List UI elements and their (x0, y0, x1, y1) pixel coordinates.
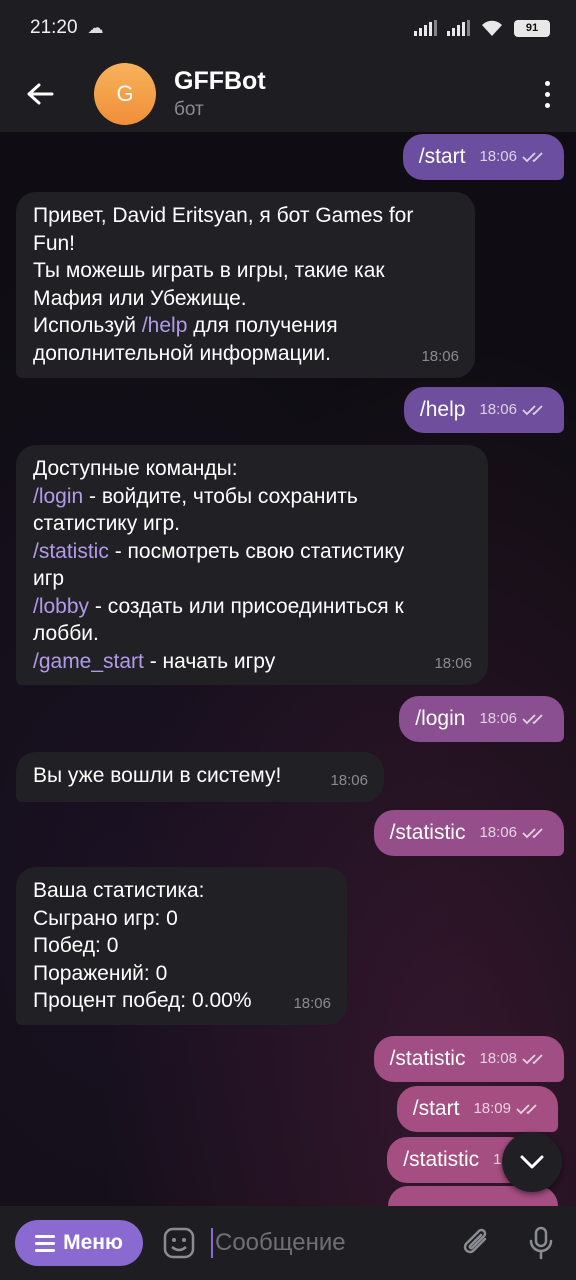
message-line: лобби. (33, 622, 99, 645)
chat-name: GFFBot (174, 67, 266, 95)
scroll-down-button[interactable] (502, 1132, 562, 1192)
message-time: 18:06 (293, 994, 331, 1012)
arrow-left-icon (27, 83, 54, 105)
message-line: Доступные команды: (33, 457, 238, 480)
message-line: Fun! (33, 231, 76, 255)
more-options-button[interactable] (518, 56, 576, 132)
message-line: Ваша статистика: (33, 879, 205, 902)
back-button[interactable] (0, 56, 80, 132)
message-incoming[interactable]: Вы уже вошли в систему! 18:06 (16, 752, 384, 802)
message-text: /login (415, 707, 466, 731)
chat-header: G GFFBot бот (0, 56, 576, 132)
message-list[interactable]: /start 18:06 Привет, David Eritsyan, я б… (0, 132, 576, 1206)
signal-icon-2 (447, 20, 470, 36)
chat-title-block[interactable]: GFFBot бот (174, 67, 266, 121)
double-check-icon (522, 152, 543, 163)
signal-icon (414, 20, 437, 36)
message-text: - посмотреть свою статистику (108, 539, 405, 563)
chat-subtitle: бот (174, 99, 204, 120)
message-text: /help (419, 398, 466, 422)
message-time: 18:06 (479, 148, 517, 166)
message-time: 18:06 (434, 654, 472, 672)
message-input-placeholder: Сообщение (215, 1229, 346, 1256)
bot-avatar[interactable]: G (94, 63, 156, 125)
message-line: статистику игр. (33, 512, 180, 535)
bot-menu-button[interactable]: Меню (15, 1220, 143, 1266)
message-outgoing[interactable]: /statistic 18:08 (373, 1036, 564, 1082)
message-incoming[interactable]: Ваша статистика: Сыграно игр: 0 Побед: 0… (16, 867, 347, 1025)
message-time: 18:06 (421, 347, 459, 365)
message-text: Используй (33, 314, 142, 337)
voice-button[interactable] (506, 1226, 576, 1260)
message-outgoing[interactable]: /login 18:06 (399, 696, 564, 742)
menu-icon (35, 1234, 56, 1252)
message-time: 18:08 (479, 1050, 517, 1068)
message-time: 18:06 (479, 710, 517, 728)
text-caret (211, 1228, 213, 1258)
message-outgoing[interactable]: /statistic 18:06 (373, 810, 564, 856)
message-text: - войдите, чтобы сохранить (83, 484, 358, 508)
message-line: Вы уже вошли в систему! (33, 764, 282, 787)
command-link-statistic[interactable]: /statistic (33, 540, 109, 563)
message-text: /statistic (389, 1047, 466, 1071)
message-time: 18:09 (473, 1100, 511, 1118)
double-check-icon (522, 714, 543, 725)
paperclip-icon (463, 1228, 487, 1254)
message-line: Процент побед: 0.00% (33, 989, 252, 1012)
message-line: Ты можешь играть в игры, такие как (33, 259, 385, 282)
command-link-help[interactable]: /help (142, 314, 188, 337)
double-check-icon (522, 405, 543, 416)
command-link-game-start[interactable]: /game_start (33, 650, 144, 673)
message-text: - создать или присоединиться к (89, 594, 404, 618)
message-input[interactable]: Сообщение (211, 1223, 446, 1263)
message-line: Мафия или Убежище. (33, 286, 247, 310)
message-text: /statistic (403, 1148, 480, 1172)
message-time: 18:06 (479, 824, 517, 842)
attach-button[interactable] (446, 1227, 506, 1259)
double-check-icon (522, 1054, 543, 1065)
message-line: Привет, David Eritsyan, я бот Games for (33, 204, 414, 227)
message-incoming[interactable]: Привет, David Eritsyan, я бот Games for … (16, 192, 475, 378)
command-link-login[interactable]: /login (33, 485, 83, 508)
message-line: Побед: 0 (33, 934, 119, 957)
message-text: /start (412, 1097, 460, 1121)
microphone-icon (529, 1226, 553, 1260)
avatar-letter: G (116, 81, 134, 106)
message-outgoing[interactable]: /start 18:09 (396, 1086, 558, 1132)
message-time: 18:06 (330, 771, 368, 789)
sticker-icon[interactable] (161, 1225, 197, 1261)
message-time: 18:06 (479, 401, 517, 419)
message-outgoing[interactable]: /help 18:06 (403, 387, 564, 433)
wifi-icon (482, 20, 502, 36)
composer-bar: Меню Сообщение (0, 1206, 576, 1280)
battery-icon: 91 (514, 19, 550, 37)
more-vertical-icon (544, 78, 550, 111)
double-check-icon (516, 1104, 537, 1115)
message-line: дополнительной информации. (33, 341, 331, 365)
command-link-lobby[interactable]: /lobby (33, 595, 89, 618)
message-line: игр (33, 567, 65, 590)
cloud-icon: ☁ (87, 20, 104, 37)
status-time: 21:20 (30, 17, 78, 38)
message-line: Сыграно игр: 0 (33, 906, 178, 930)
chevron-down-icon (520, 1155, 544, 1169)
menu-label: Меню (63, 1231, 123, 1254)
message-incoming[interactable]: Доступные команды: /login - войдите, что… (16, 445, 488, 685)
message-text: /statistic (389, 821, 466, 845)
battery-level: 91 (525, 22, 539, 34)
double-check-icon (522, 828, 543, 839)
message-text: для получения (187, 314, 338, 337)
message-line: Поражений: 0 (33, 961, 168, 985)
message-text: /start (418, 145, 466, 169)
message-text: - начать игру (143, 649, 276, 673)
status-bar: 21:20 ☁ 91 (0, 0, 576, 56)
message-outgoing[interactable]: /start 18:06 (402, 134, 564, 180)
